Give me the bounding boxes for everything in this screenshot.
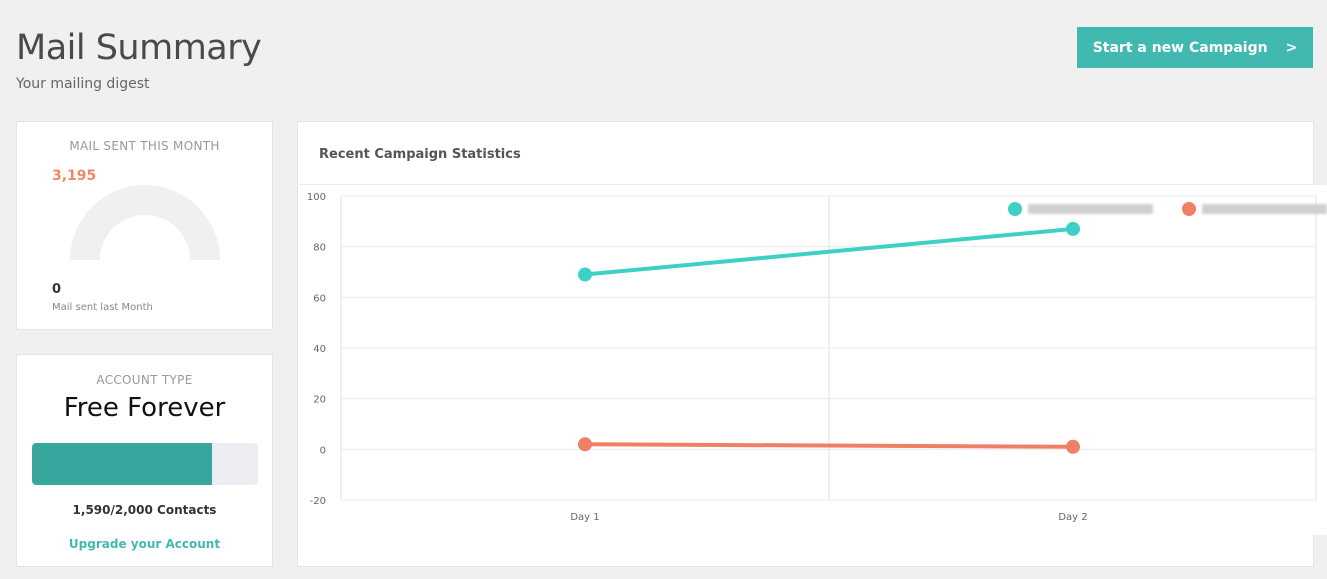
y-tick-label: 60 <box>313 293 326 304</box>
y-tick-label: 0 <box>320 445 326 456</box>
data-point <box>1066 221 1080 236</box>
x-tick-label: Day 2 <box>1058 512 1087 523</box>
data-point <box>1066 439 1080 454</box>
series-line <box>583 442 1075 449</box>
y-tick-label: 80 <box>313 243 326 254</box>
legend-marker <box>1008 202 1022 216</box>
legend-label-obscured <box>1028 204 1153 214</box>
y-tick-label: 40 <box>313 344 326 355</box>
legend-marker <box>1182 202 1196 216</box>
x-tick-label: Day 1 <box>570 512 599 523</box>
y-tick-label: 20 <box>313 395 326 406</box>
campaign-line-chart: 100 80 60 40 20 0 -20 Day 1 Day 2 <box>298 185 1327 535</box>
y-tick-label: -20 <box>310 496 326 507</box>
plot-background <box>298 185 1327 535</box>
data-point <box>578 437 592 452</box>
legend-label-obscured <box>1202 204 1327 214</box>
data-point <box>578 267 592 282</box>
y-tick-label: 100 <box>307 192 326 203</box>
